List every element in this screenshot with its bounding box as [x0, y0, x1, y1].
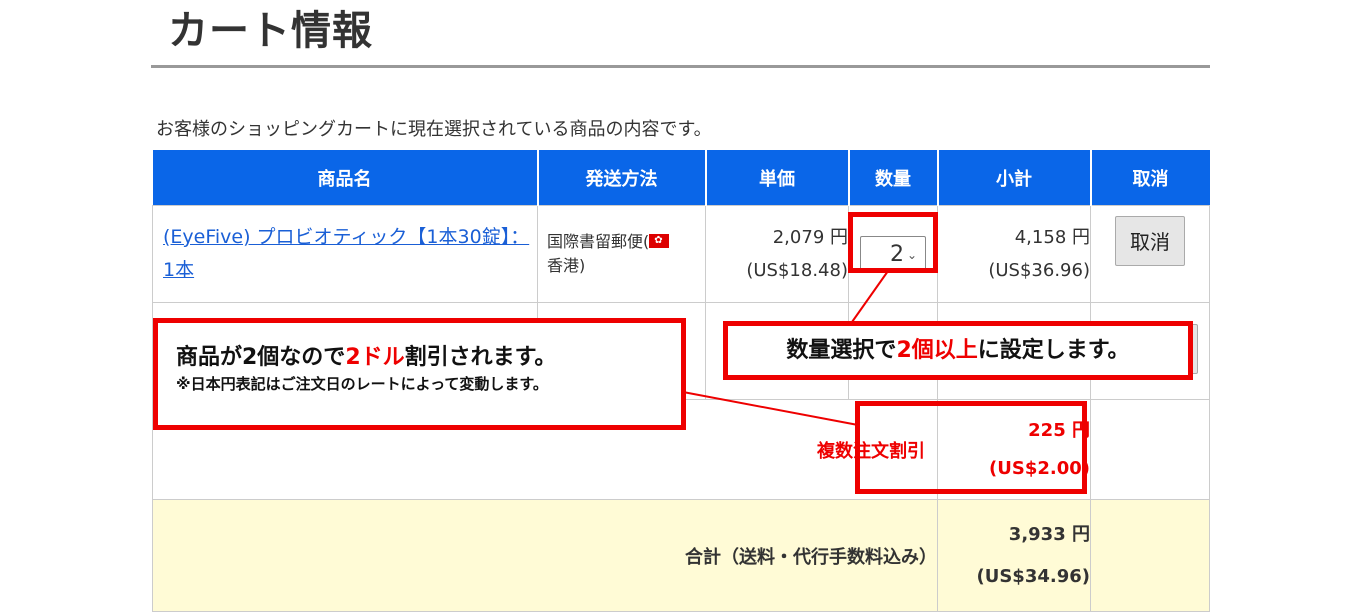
discount-callout-note: ※日本円表記はご注文日のレートによって変動します。: [176, 375, 548, 393]
discount-highlight-box: [855, 401, 1087, 494]
discount-callout-text-a: 商品が2個なので: [176, 345, 346, 370]
callout-connector-lines: [682, 270, 889, 426]
quantity-callout: 数量選択で2個以上に設定します。: [723, 321, 1193, 380]
discount-callout-text-b: 割引されます。: [404, 345, 557, 370]
quantity-highlight-box: [848, 212, 938, 273]
discount-callout: 商品が2個なので2ドル割引されます。 ※日本円表記はご注文日のレートによって変動…: [153, 318, 686, 430]
quantity-callout-text-a: 数量選択で: [786, 338, 897, 363]
quantity-callout-highlight: 2個以上: [896, 338, 978, 363]
quantity-callout-text-b: に設定します。: [977, 338, 1130, 363]
discount-callout-highlight: 2ドル: [345, 345, 405, 370]
